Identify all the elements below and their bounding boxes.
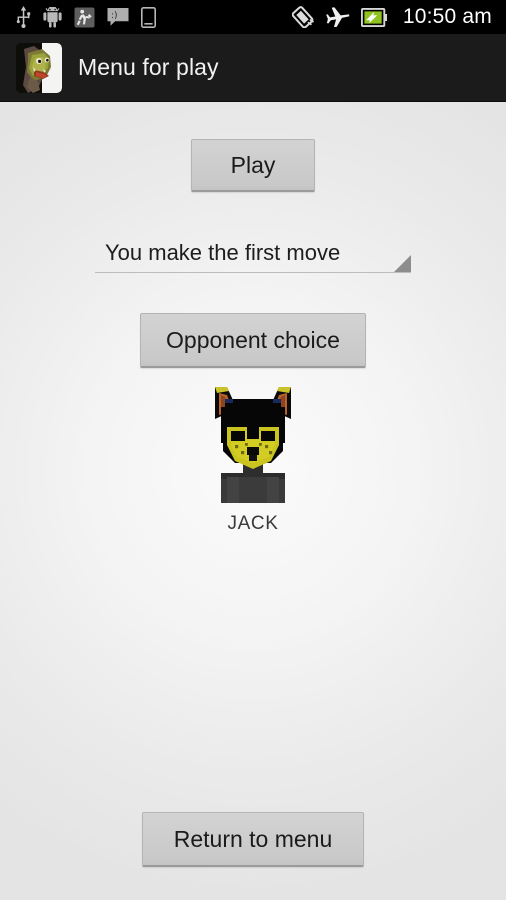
auto-rotate-icon [291,6,314,28]
first-move-spinner-value: You make the first move [105,240,341,265]
battery-charging-icon [360,7,387,27]
opponent-choice-button[interactable]: Opponent choice [140,313,366,368]
opponent-avatar-image [215,387,291,503]
airplane-mode-icon [326,7,350,27]
svg-text::): :) [111,11,118,21]
play-button[interactable]: Play [191,139,315,192]
sms-message-icon: :) [107,8,129,26]
return-to-menu-button[interactable]: Return to menu [142,812,364,867]
status-bar: :) 10:50 am [0,0,506,34]
status-bar-right-icons: 10:50 am [291,5,496,29]
app-screen: :) 10:50 am Menu for play Play You make … [0,0,506,900]
sd-card-icon [141,6,156,28]
spinner-underline [95,272,411,273]
first-move-spinner[interactable]: You make the first move [95,234,411,278]
usb-icon [16,6,31,28]
android-robot-icon [43,6,62,28]
status-bar-clock: 10:50 am [402,5,492,28]
main-content: Play You make the first move Opponent ch… [0,102,506,900]
opponent-name-label: JACK [227,513,279,534]
chevron-down-icon [394,255,411,272]
app-logo-graphic [16,42,62,93]
app-logo-icon[interactable] [16,42,62,93]
status-bar-left-icons: :) [10,6,292,28]
action-bar: Menu for play [0,34,506,102]
action-bar-title: Menu for play [78,54,219,80]
debug-running-icon [74,7,95,27]
